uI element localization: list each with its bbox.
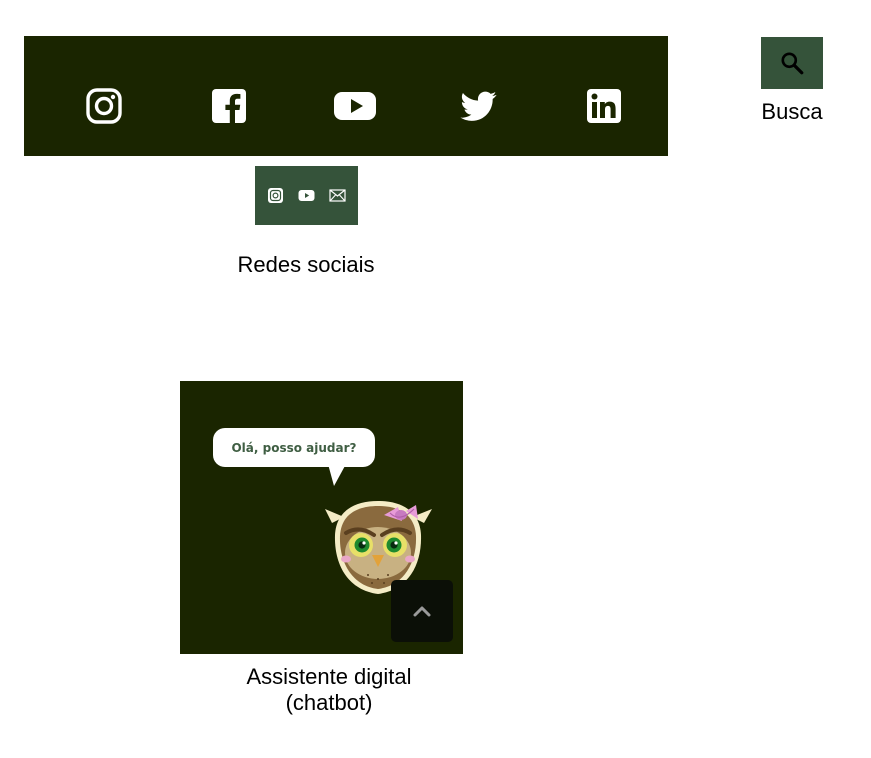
chatbot-label-line1: Assistente digital [246, 664, 412, 689]
chatbot-label-line2: (chatbot) [285, 690, 373, 715]
mini-social-bar [255, 166, 358, 225]
facebook-icon[interactable] [211, 88, 247, 124]
social-networks-label: Redes sociais [237, 252, 375, 277]
speech-bubble-tail [328, 464, 346, 486]
instagram-icon[interactable] [86, 88, 122, 124]
youtube-icon[interactable] [298, 187, 315, 204]
youtube-icon[interactable] [334, 88, 376, 124]
twitter-icon[interactable] [459, 88, 499, 124]
linkedin-icon[interactable] [586, 88, 622, 124]
search-label: Busca [761, 99, 823, 124]
mail-icon[interactable] [329, 187, 346, 204]
chatbot-label: Assistente digital (chatbot) [214, 664, 444, 716]
chevron-up-icon [413, 606, 431, 617]
search-icon [781, 52, 804, 75]
scroll-to-top-button[interactable] [391, 580, 453, 642]
chatbot-speech-bubble[interactable]: Olá, posso ajudar? [213, 428, 375, 467]
instagram-icon[interactable] [267, 187, 284, 204]
search-button[interactable] [761, 37, 823, 89]
social-media-banner [24, 36, 668, 156]
chatbot-preview[interactable]: Olá, posso ajudar? [180, 381, 463, 654]
